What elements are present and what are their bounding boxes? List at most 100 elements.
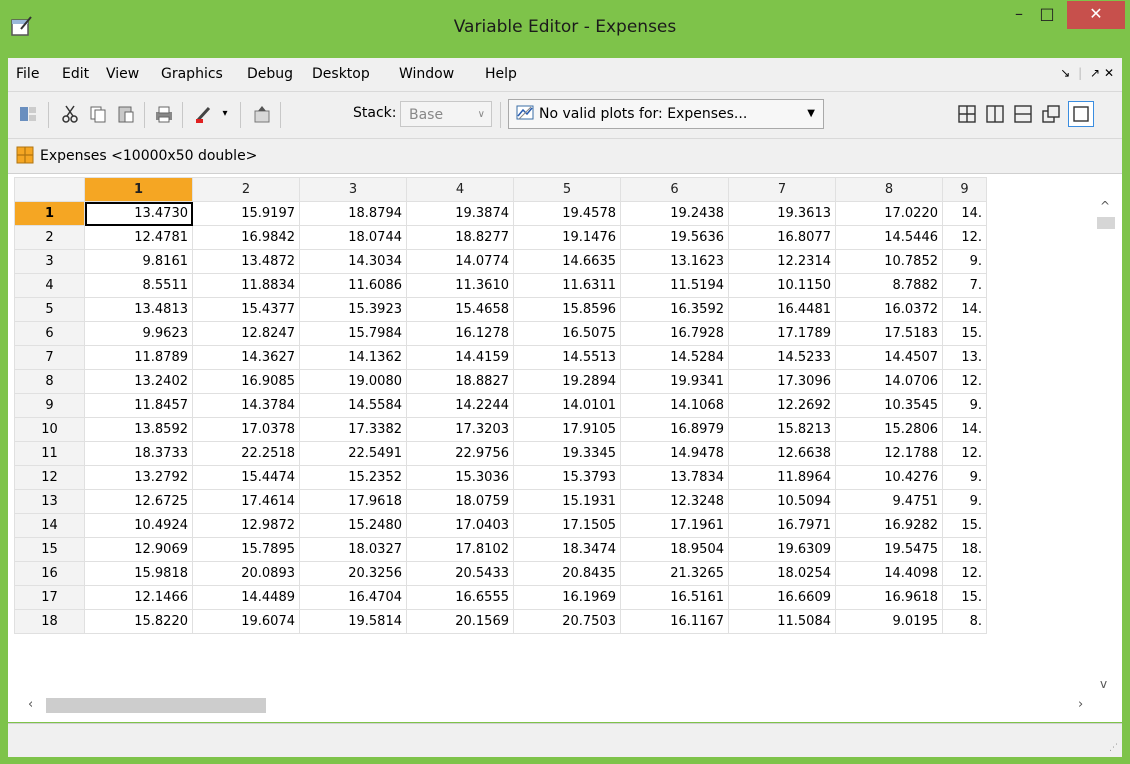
data-cell[interactable]: 14.5233 (728, 345, 836, 370)
data-cell[interactable]: 15. (942, 513, 987, 538)
data-cell[interactable]: 16.4481 (728, 297, 836, 322)
row-header[interactable]: 16 (14, 561, 85, 586)
data-cell[interactable]: 19.6309 (728, 537, 836, 562)
data-cell[interactable]: 16.7971 (728, 513, 836, 538)
data-cell[interactable]: 9.9623 (84, 321, 193, 346)
row-header[interactable]: 6 (14, 321, 85, 346)
data-cell[interactable]: 14.3034 (299, 249, 407, 274)
data-cell[interactable]: 19.5814 (299, 609, 407, 634)
dock-arrow-icon[interactable]: ↗ (1090, 66, 1100, 80)
data-cell[interactable]: 20.0893 (192, 561, 300, 586)
data-cell[interactable]: 17.1789 (728, 321, 836, 346)
menu-edit[interactable]: Edit (62, 66, 89, 82)
data-cell[interactable]: 18.0759 (406, 489, 514, 514)
data-cell[interactable]: 11.8789 (84, 345, 193, 370)
data-cell[interactable]: 17.1961 (620, 513, 729, 538)
data-cell[interactable]: 12. (942, 225, 987, 250)
data-cell[interactable]: 17.3096 (728, 369, 836, 394)
data-cell[interactable]: 15.8213 (728, 417, 836, 442)
row-header[interactable]: 2 (14, 225, 85, 250)
data-cell[interactable]: 15.3923 (299, 297, 407, 322)
column-header[interactable]: 5 (513, 177, 621, 202)
data-cell[interactable]: 8.7882 (835, 273, 943, 298)
data-cell[interactable]: 18.3474 (513, 537, 621, 562)
data-cell[interactable]: 17.9105 (513, 417, 621, 442)
data-cell[interactable]: 18.0327 (299, 537, 407, 562)
close-document-icon[interactable]: ✕ (1104, 66, 1114, 80)
data-cell[interactable]: 13.7834 (620, 465, 729, 490)
data-cell[interactable]: 12.6725 (84, 489, 193, 514)
vertical-scrollbar[interactable]: ^ v (1094, 177, 1116, 693)
data-cell[interactable]: 10.1150 (728, 273, 836, 298)
data-cell[interactable]: 20.7503 (513, 609, 621, 634)
data-cell[interactable]: 14.1068 (620, 393, 729, 418)
data-cell[interactable]: 11.6311 (513, 273, 621, 298)
data-cell[interactable]: 19.4578 (513, 201, 621, 226)
data-cell[interactable]: 18.8794 (299, 201, 407, 226)
menu-help[interactable]: Help (485, 66, 517, 82)
data-cell[interactable]: 15.4658 (406, 297, 514, 322)
column-header[interactable]: 7 (728, 177, 836, 202)
data-cell[interactable]: 13.2792 (84, 465, 193, 490)
data-cell[interactable]: 19.3874 (406, 201, 514, 226)
data-cell[interactable]: 13.8592 (84, 417, 193, 442)
undock-icon[interactable]: ↘ (1060, 66, 1070, 80)
data-cell[interactable]: 10.3545 (835, 393, 943, 418)
data-cell[interactable]: 19.3613 (728, 201, 836, 226)
data-cell[interactable]: 16.8979 (620, 417, 729, 442)
data-cell[interactable]: 10.7852 (835, 249, 943, 274)
data-cell[interactable]: 14.9478 (620, 441, 729, 466)
data-cell[interactable]: 19.0080 (299, 369, 407, 394)
data-cell[interactable]: 12. (942, 441, 987, 466)
menu-window[interactable]: Window (399, 66, 454, 82)
data-cell[interactable]: 20.8435 (513, 561, 621, 586)
data-cell[interactable]: 17.4614 (192, 489, 300, 514)
horizontal-scrollbar[interactable]: ‹ › (14, 694, 1094, 716)
data-cell[interactable]: 9. (942, 249, 987, 274)
data-cell[interactable]: 18.0744 (299, 225, 407, 250)
data-cell[interactable]: 21.3265 (620, 561, 729, 586)
menu-graphics[interactable]: Graphics (161, 66, 223, 82)
data-cell[interactable]: 16.6609 (728, 585, 836, 610)
scroll-up-icon[interactable]: ^ (1100, 199, 1110, 213)
data-cell[interactable]: 20.5433 (406, 561, 514, 586)
row-header[interactable]: 12 (14, 465, 85, 490)
data-cell[interactable]: 17.9618 (299, 489, 407, 514)
data-cell[interactable]: 18. (942, 537, 987, 562)
data-cell[interactable]: 14.0706 (835, 369, 943, 394)
data-cell[interactable]: 9. (942, 465, 987, 490)
data-cell[interactable]: 19.5475 (835, 537, 943, 562)
data-cell[interactable]: 12.2314 (728, 249, 836, 274)
data-cell[interactable]: 18.8827 (406, 369, 514, 394)
data-cell[interactable]: 17.0378 (192, 417, 300, 442)
data-cell[interactable]: 8.5511 (84, 273, 193, 298)
data-cell[interactable]: 16.9282 (835, 513, 943, 538)
data-cell[interactable]: 19.5636 (620, 225, 729, 250)
data-cell[interactable]: 10.4924 (84, 513, 193, 538)
row-header[interactable]: 9 (14, 393, 85, 418)
data-cell[interactable]: 14.5446 (835, 225, 943, 250)
grid-corner[interactable] (14, 177, 85, 202)
data-cell[interactable]: 15.2480 (299, 513, 407, 538)
data-cell[interactable]: 19.2894 (513, 369, 621, 394)
resize-grip-icon[interactable]: ⋰ (1109, 743, 1118, 753)
data-cell[interactable]: 14.4489 (192, 585, 300, 610)
data-cell[interactable]: 14.5584 (299, 393, 407, 418)
menu-desktop[interactable]: Desktop (312, 66, 370, 82)
data-cell[interactable]: 15.2806 (835, 417, 943, 442)
data-cell[interactable]: 10.5094 (728, 489, 836, 514)
data-cell[interactable]: 10.4276 (835, 465, 943, 490)
data-cell[interactable]: 18.8277 (406, 225, 514, 250)
data-cell[interactable]: 11.8457 (84, 393, 193, 418)
row-header[interactable]: 8 (14, 369, 85, 394)
data-cell[interactable]: 19.1476 (513, 225, 621, 250)
maximize-document-button[interactable] (1068, 101, 1094, 127)
new-variable-icon[interactable] (18, 104, 38, 124)
data-cell[interactable]: 19.9341 (620, 369, 729, 394)
title-bar[interactable]: Variable Editor - Expenses – □ ✕ (1, 1, 1129, 57)
horizontal-scroll-thumb[interactable] (46, 698, 266, 713)
data-cell[interactable]: 15.1931 (513, 489, 621, 514)
data-cell[interactable]: 19.2438 (620, 201, 729, 226)
data-cell[interactable]: 12. (942, 369, 987, 394)
data-cell[interactable]: 14.5284 (620, 345, 729, 370)
